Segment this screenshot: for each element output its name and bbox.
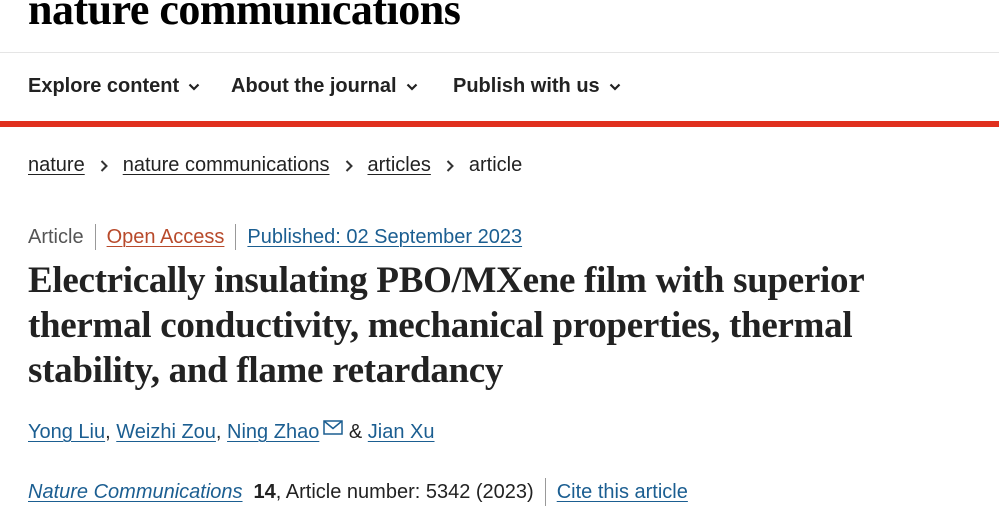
- chevron-right-icon: [345, 159, 353, 172]
- article-type: Article: [28, 225, 84, 248]
- author-and: &: [348, 421, 363, 443]
- article-title: Electrically insulating PBO/MXene film w…: [28, 260, 864, 391]
- published-date-link[interactable]: Published: 02 September 2023: [247, 226, 522, 249]
- breadcrumb: nature nature communications articles ar…: [28, 154, 522, 177]
- nav-label: About the journal: [231, 75, 397, 97]
- cite-this-article-link[interactable]: Cite this article: [557, 481, 688, 504]
- main-nav: Explore content About the journal Publis…: [0, 53, 999, 121]
- article-number: , Article number: 5342 (2023): [275, 480, 534, 503]
- breadcrumb-nature[interactable]: nature: [28, 154, 85, 177]
- nav-publish-with-us[interactable]: Publish with us: [453, 75, 621, 98]
- author-link[interactable]: Jian Xu: [368, 421, 435, 444]
- nav-about-journal[interactable]: About the journal: [231, 75, 418, 98]
- journal-logo[interactable]: nature communications: [28, 0, 461, 35]
- chevron-right-icon: [446, 159, 454, 172]
- divider: [94, 224, 96, 250]
- accent-bar: [0, 121, 999, 127]
- open-access-link[interactable]: Open Access: [107, 226, 225, 249]
- divider: [235, 224, 237, 250]
- nav-explore-content[interactable]: Explore content: [28, 75, 200, 98]
- author-separator: ,: [215, 421, 222, 443]
- nav-label: Explore content: [28, 75, 180, 97]
- masthead: nature communications: [0, 0, 999, 53]
- chevron-down-icon: [188, 83, 200, 91]
- author-link[interactable]: Weizhi Zou: [116, 421, 216, 444]
- citation-line: Nature Communications 14 , Article numbe…: [28, 478, 688, 506]
- author-link[interactable]: Ning Zhao: [227, 421, 319, 444]
- author-link[interactable]: Yong Liu: [28, 421, 105, 444]
- mail-icon[interactable]: [323, 420, 344, 435]
- chevron-down-icon: [406, 83, 417, 91]
- breadcrumb-nature-communications[interactable]: nature communications: [123, 154, 330, 177]
- breadcrumb-articles[interactable]: articles: [368, 154, 431, 177]
- volume-number: 14: [253, 480, 276, 503]
- nav-label: Publish with us: [453, 75, 600, 97]
- divider: [544, 478, 546, 506]
- journal-name-link[interactable]: Nature Communications: [28, 481, 243, 504]
- author-separator: ,: [105, 421, 111, 443]
- chevron-down-icon: [609, 83, 620, 91]
- chevron-right-icon: [100, 159, 108, 172]
- breadcrumb-current: article: [468, 154, 523, 176]
- article-meta: Article Open Access Published: 02 Septem…: [28, 224, 522, 250]
- author-list: Yong Liu , Weizhi Zou , Ning Zhao & Jian…: [28, 420, 435, 444]
